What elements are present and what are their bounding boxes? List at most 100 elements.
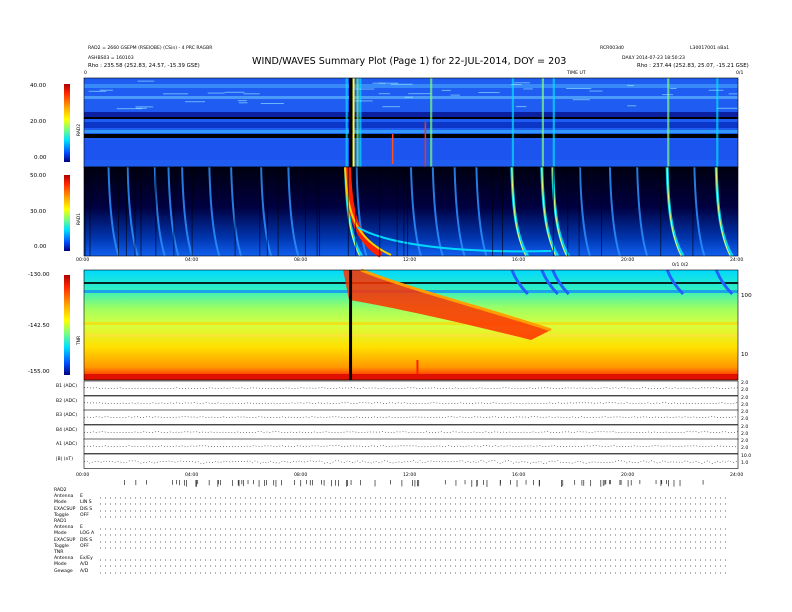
rad2-noise-streak (510, 84, 522, 86)
rad2-noise-streak (224, 91, 245, 93)
time-axis-1-tick: 24:00 (730, 258, 744, 263)
header-meta-5: DAILY 2014-07-23 18:50:23 (622, 56, 685, 61)
rad2-noise-streak (408, 93, 432, 95)
rad2-noise-streak (136, 107, 147, 109)
rad2-noise-streak (404, 96, 414, 98)
settings-dots (100, 559, 730, 561)
rad2-burst-line (356, 78, 359, 167)
time-axis-1-tick: 16:00 (512, 258, 526, 263)
rad2-noise-streak (207, 92, 225, 94)
settings-key: EXACSUP (54, 506, 76, 512)
strip-rtick: 2.0 (741, 439, 749, 444)
rad2-noise-streak (450, 94, 461, 96)
rad1-dark-line (84, 167, 86, 256)
rad1-dark-line (502, 167, 504, 256)
rad2-noise-streak (243, 93, 260, 95)
rad2-noise-streak (708, 89, 724, 91)
rad2-burst-line (430, 78, 433, 167)
rad2-noise-streak (627, 105, 637, 107)
rad2-noise-streak (589, 90, 603, 92)
time-axis-2-tick: 20:00 (621, 473, 635, 478)
rad1-tick-mid: 30.00 (30, 209, 47, 215)
rad2-tick-bot: 0.00 (34, 155, 47, 161)
rad2-noise-streak (662, 94, 673, 96)
time-ut-label: TIME UT (567, 71, 586, 76)
settings-dots (100, 497, 730, 499)
rad1-dark-line (304, 167, 306, 256)
rad1-dark-line (396, 167, 398, 256)
settings-key: EXACSUP (54, 537, 76, 543)
strip-rtick: 2.0 (741, 402, 749, 408)
rad1-colorbar (64, 175, 70, 251)
rad1-dark-line (191, 167, 193, 256)
tnr-tick-top: -130.00 (28, 272, 50, 278)
settings-value: DIS S (80, 537, 93, 543)
rad2-noise-streak (478, 92, 500, 94)
strip-rtick: 2.0 (741, 431, 749, 437)
rad2-noise-streak (238, 102, 248, 104)
rad2-noise-streak (352, 88, 375, 90)
rad1-spectrogram (83, 166, 739, 258)
rad2-noise-streak (137, 80, 155, 82)
strip-label: |B| (nT) (56, 456, 74, 462)
strip-label: B4 (ADC) (56, 427, 78, 433)
rad2-noise-streak (260, 102, 284, 104)
header-rho-left: Rho : 235.58 (252.83, 24.57, -15.39 GSE) (88, 63, 200, 69)
settings-dots (100, 503, 730, 505)
settings-head: TNR (54, 550, 64, 555)
time-axis-2-tick: 04:00 (185, 473, 199, 478)
time-axis-2-tick: 08:00 (294, 473, 308, 478)
rad1-dark-line (347, 167, 349, 256)
rad1-dark-line (134, 167, 136, 256)
rad2-burst-line (667, 78, 670, 167)
rad1-dark-line (379, 167, 381, 256)
settings-value: OFF (80, 543, 89, 549)
rad2-major-burst (349, 78, 354, 167)
rad1-dark-line (660, 167, 662, 256)
rad1-dark-line (89, 167, 91, 256)
strip-plot (83, 438, 739, 454)
settings-value: LIN S (80, 500, 92, 506)
tnr-colorbar (64, 275, 70, 375)
rad2-axis-label: RAD2 (77, 123, 82, 136)
header-rho-right: Rho : 237.44 (252.83, 25.07, -15.21 GSE) (637, 63, 749, 69)
tnr-major-line (349, 270, 353, 380)
rad1-dark-line (125, 167, 127, 256)
rad2-noise-streak (378, 93, 391, 95)
rad1-dark-line (578, 167, 580, 256)
rad1-dark-line (692, 167, 694, 256)
time-axis-1-tick: 08:00 (294, 258, 308, 263)
rad1-dark-line (492, 167, 494, 256)
corner-label-right: 0/1 (736, 71, 744, 76)
rad2-major-burst-edge (352, 78, 355, 167)
rad2-noise-streak (372, 82, 399, 84)
rad2-noise-streak (728, 93, 740, 95)
strip-plot (83, 453, 739, 469)
rad1-axis-label: RAD1 (77, 212, 82, 225)
settings-dots (100, 516, 730, 518)
rad2-noise-streak (523, 88, 533, 90)
header-meta-3: RCR003d0 (600, 46, 624, 51)
rad2-spectrogram (83, 77, 741, 168)
rad2-noise-streak (513, 82, 530, 84)
time-axis-1-tick: 00:00 (76, 258, 90, 263)
rad1-dark-line (319, 167, 321, 256)
settings-value: LOG A (80, 531, 95, 537)
rad2-noise-streak (382, 106, 401, 108)
strip-label: B1 (ADC) (56, 384, 78, 389)
rad2-red-line (391, 134, 394, 164)
rad1-dark-line (259, 167, 261, 256)
settings-key: Gewage (54, 568, 73, 574)
strip-rtick: 2.0 (741, 417, 749, 422)
strip-rtick: 2.0 (741, 446, 749, 451)
rad2-noise-streak (670, 87, 677, 89)
rad1-tick-top: 50.00 (30, 173, 47, 179)
strip-rtick: 2.0 (741, 424, 749, 430)
rad1-dark-line (118, 167, 120, 256)
settings-dots (100, 572, 730, 573)
rad2-noise-streak (162, 93, 189, 95)
settings-value: DIS S (80, 506, 93, 512)
rad1-dark-line (173, 167, 175, 256)
settings-key: Mode (54, 531, 67, 537)
rad2-burst-line (511, 78, 515, 167)
